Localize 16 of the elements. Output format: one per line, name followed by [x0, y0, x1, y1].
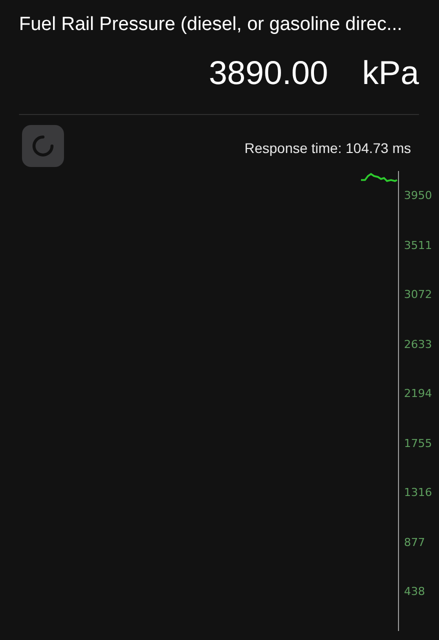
axis-tick-label: 877	[404, 536, 425, 549]
sensor-value: 3890.00	[208, 54, 328, 92]
axis-tick-label: 3511	[404, 238, 432, 252]
response-time: Response time: 104.73 ms	[244, 140, 411, 156]
axis-tick-label: 438	[404, 585, 425, 598]
refresh-button[interactable]	[22, 125, 64, 167]
spinner-icon	[32, 135, 54, 157]
unit-label: kPa	[362, 54, 419, 92]
axis-tick-label: 3072	[404, 288, 432, 302]
axis-tick-label: 3950	[404, 189, 432, 202]
axis-tick-label: 1755	[404, 436, 432, 450]
axis-tick-label: 2194	[404, 387, 432, 400]
sensor-title: Fuel Rail Pressure (diesel, or gasoline direc...	[18, 13, 404, 36]
axis-tick-label: 2633	[404, 338, 432, 351]
axis-tick-label: 1316	[404, 486, 432, 500]
pressure-line	[360, 171, 398, 185]
